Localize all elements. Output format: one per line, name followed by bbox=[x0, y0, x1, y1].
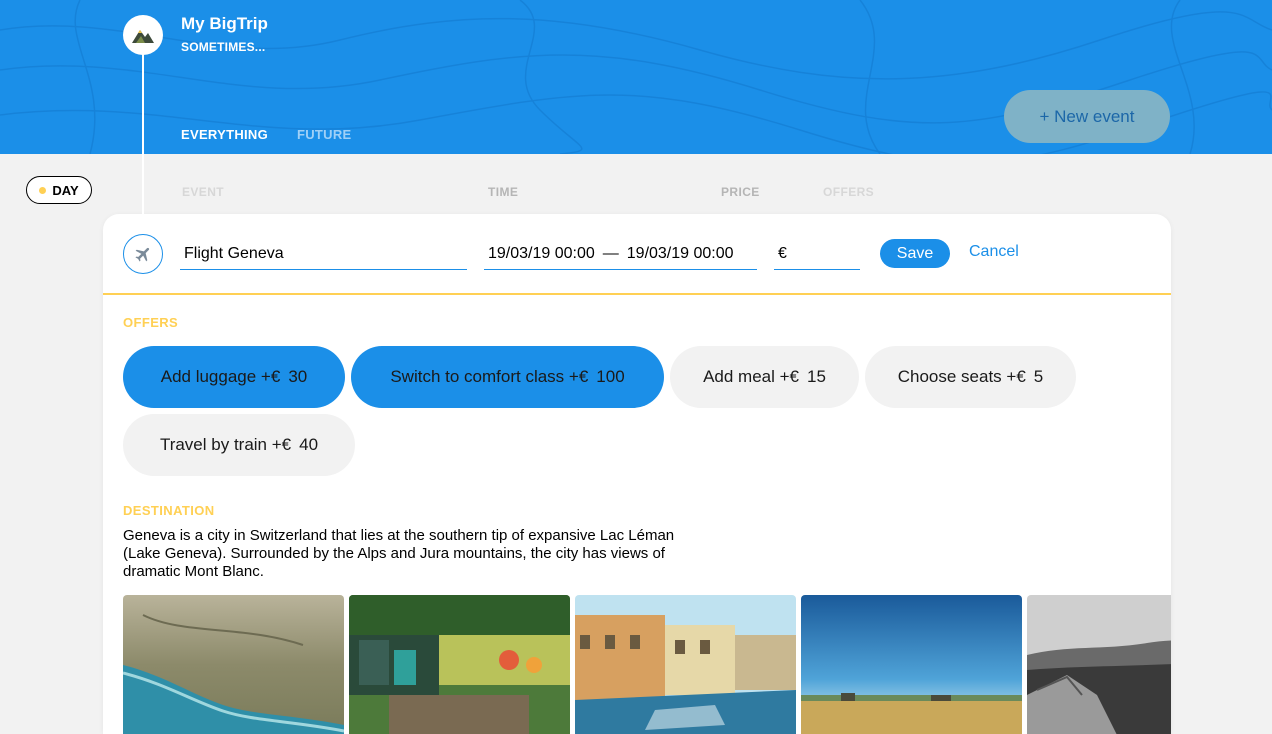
field-sky-photo bbox=[801, 595, 1022, 734]
offer-label: Switch to comfort class +€ bbox=[390, 367, 589, 386]
offer-add-luggage[interactable]: Add luggage +€ 30 bbox=[123, 346, 345, 408]
new-event-button[interactable]: + New event bbox=[1004, 90, 1170, 143]
offer-price: 100 bbox=[596, 367, 625, 386]
airplane-icon bbox=[135, 247, 150, 262]
offer-choose-seats[interactable]: Choose seats +€ 5 bbox=[865, 346, 1076, 408]
time-end-input[interactable]: 19/03/19 00:00 bbox=[627, 245, 734, 263]
trip-title: My BigTrip bbox=[181, 14, 268, 33]
column-price[interactable]: PRICE bbox=[721, 185, 760, 199]
column-time[interactable]: TIME bbox=[488, 185, 518, 199]
trip-logo bbox=[123, 15, 163, 55]
day-sort-badge[interactable]: DAY bbox=[26, 176, 92, 204]
event-edit-card: 19/03/19 00:00 — 19/03/19 00:00 € Save C… bbox=[103, 214, 1171, 734]
offer-comfort-class[interactable]: Switch to comfort class +€ 100 bbox=[351, 346, 664, 408]
time-range-field[interactable]: 19/03/19 00:00 — 19/03/19 00:00 bbox=[484, 238, 757, 270]
save-button[interactable]: Save bbox=[880, 239, 950, 268]
offer-label: Add meal +€ bbox=[703, 367, 799, 386]
timeline-line bbox=[142, 40, 144, 216]
offer-label: Choose seats +€ bbox=[897, 367, 1026, 386]
day-dot-icon bbox=[39, 186, 47, 194]
offer-label: Travel by train +€ bbox=[159, 435, 292, 454]
destination-description: Geneva is a city in Switzerland that lie… bbox=[123, 527, 675, 580]
mountain-landscape-photo bbox=[1027, 595, 1171, 734]
offer-label: Add luggage +€ bbox=[160, 367, 281, 386]
offer-price: 15 bbox=[807, 367, 826, 386]
offer-price: 5 bbox=[1033, 367, 1044, 386]
offer-add-meal[interactable]: Add meal +€ 15 bbox=[670, 346, 859, 408]
currency-symbol: € bbox=[778, 244, 787, 262]
coastline-photo bbox=[123, 595, 344, 734]
trip-subtitle: SOMETIMES... bbox=[181, 40, 266, 54]
tab-future[interactable]: FUTURE bbox=[297, 127, 352, 142]
cafe-photo bbox=[349, 595, 570, 734]
tab-everything[interactable]: EVERYTHING bbox=[181, 127, 268, 142]
destination-section-title: DESTINATION bbox=[123, 503, 215, 518]
event-type-toggle[interactable] bbox=[123, 234, 163, 274]
offer-travel-by-train[interactable]: Travel by train +€ 40 bbox=[123, 414, 355, 476]
offers-section-title: OFFERS bbox=[123, 315, 179, 330]
price-field[interactable]: € bbox=[774, 238, 860, 270]
destination-input[interactable] bbox=[180, 238, 467, 270]
mountain-logo-icon bbox=[132, 30, 154, 43]
column-event[interactable]: EVENT bbox=[182, 185, 224, 199]
offer-price: 40 bbox=[299, 435, 319, 454]
section-divider bbox=[103, 293, 1171, 295]
column-offers[interactable]: OFFERS bbox=[823, 185, 874, 199]
canal-town-photo bbox=[575, 595, 796, 734]
cancel-button[interactable]: Cancel bbox=[969, 243, 1019, 261]
time-separator: — bbox=[602, 244, 619, 262]
day-label: DAY bbox=[52, 182, 79, 198]
time-start-input[interactable]: 19/03/19 00:00 bbox=[488, 245, 595, 263]
offer-price: 30 bbox=[288, 367, 308, 386]
